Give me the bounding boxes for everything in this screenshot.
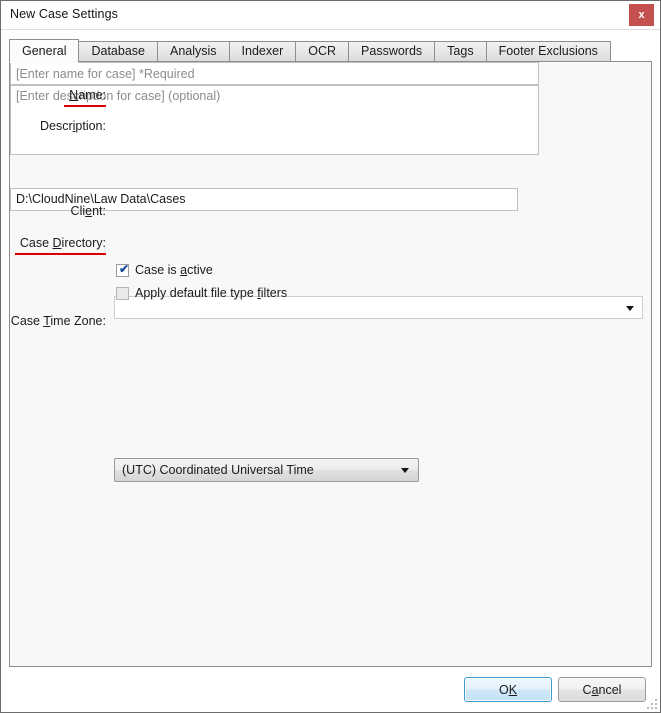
tab-passwords[interactable]: Passwords xyxy=(348,41,436,62)
cancel-button[interactable]: Cancel xyxy=(558,677,646,702)
case-time-zone-combobox[interactable]: (UTC) Coordinated Universal Time xyxy=(114,457,419,482)
apply-default-filters-label: Apply default file type filters xyxy=(135,286,288,300)
case-directory-required-underline xyxy=(15,253,106,255)
dialog-footer: OK Cancel xyxy=(1,667,660,712)
apply-default-filters-checkbox-row[interactable]: Apply default file type filters xyxy=(116,286,287,300)
tab-analysis[interactable]: Analysis xyxy=(157,41,230,62)
description-label: Description: xyxy=(39,119,106,133)
apply-default-filters-checkbox[interactable] xyxy=(116,286,129,300)
chevron-down-icon xyxy=(401,467,409,473)
tab-ocr[interactable]: OCR xyxy=(295,41,350,62)
ok-button[interactable]: OK xyxy=(464,677,552,702)
name-required-underline xyxy=(64,105,106,107)
case-is-active-label: Case is active xyxy=(135,263,213,277)
name-input[interactable] xyxy=(10,62,539,85)
client-label: Client: xyxy=(70,204,106,218)
tab-strip: General Database Analysis Indexer OCR Pa… xyxy=(9,38,660,63)
general-tab-panel: Name: Description: Client: Case Director… xyxy=(9,61,652,667)
case-directory-label: Case Directory: xyxy=(19,236,106,250)
checkmark-icon xyxy=(119,286,128,297)
close-icon[interactable]: x xyxy=(629,4,654,26)
title-bar: New Case Settings x xyxy=(1,1,660,30)
checkmark-icon: ✔ xyxy=(119,261,130,276)
new-case-settings-dialog: New Case Settings x General Database Ana… xyxy=(0,0,661,713)
tab-tags[interactable]: Tags xyxy=(434,41,487,62)
tab-general[interactable]: General xyxy=(9,39,80,63)
name-label: Name: xyxy=(69,88,106,102)
case-is-active-checkbox-row[interactable]: ✔ Case is active xyxy=(116,261,213,277)
tab-footer-exclusions[interactable]: Footer Exclusions xyxy=(485,41,611,62)
case-is-active-checkbox[interactable]: ✔ xyxy=(116,261,130,277)
tab-database[interactable]: Database xyxy=(78,41,158,62)
resize-grip[interactable] xyxy=(644,696,657,709)
case-time-zone-label: Case Time Zone: xyxy=(10,314,106,328)
window-title: New Case Settings xyxy=(10,7,118,21)
chevron-down-icon xyxy=(626,305,634,311)
case-time-zone-value: (UTC) Coordinated Universal Time xyxy=(122,462,314,477)
tab-indexer[interactable]: Indexer xyxy=(228,41,297,62)
